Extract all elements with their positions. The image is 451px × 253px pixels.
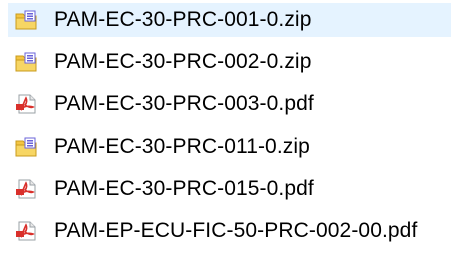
- file-item-pdf[interactable]: PAM-EC-30-PRC-015-0.pdf: [8, 172, 451, 206]
- zip-folder-icon: [15, 137, 37, 157]
- file-item-zip[interactable]: PAM-EC-30-PRC-011-0.zip: [8, 130, 451, 164]
- pdf-file-icon: [15, 94, 37, 114]
- zip-folder-icon: [15, 10, 37, 30]
- pdf-file-icon: [15, 179, 37, 199]
- zip-folder-icon: [15, 52, 37, 72]
- file-item-pdf[interactable]: PAM-EC-30-PRC-003-0.pdf: [8, 87, 451, 121]
- file-item-zip[interactable]: PAM-EC-30-PRC-001-0.zip: [8, 3, 451, 37]
- file-name[interactable]: PAM-EC-30-PRC-015-0.pdf: [54, 172, 314, 206]
- file-item-pdf[interactable]: PAM-EP-ECU-FIC-50-PRC-002-00.pdf: [8, 214, 451, 248]
- pdf-file-icon: [15, 221, 37, 241]
- file-list: PAM-EC-30-PRC-001-0.zip PAM-EC-30-PRC-00…: [0, 0, 451, 253]
- file-name[interactable]: PAM-EC-30-PRC-002-0.zip: [54, 45, 311, 79]
- file-name[interactable]: PAM-EC-30-PRC-001-0.zip: [54, 3, 311, 37]
- file-name[interactable]: PAM-EP-ECU-FIC-50-PRC-002-00.pdf: [54, 214, 417, 248]
- file-item-zip[interactable]: PAM-EC-30-PRC-002-0.zip: [8, 45, 451, 79]
- file-name[interactable]: PAM-EC-30-PRC-011-0.zip: [54, 130, 310, 164]
- file-name[interactable]: PAM-EC-30-PRC-003-0.pdf: [54, 87, 314, 121]
